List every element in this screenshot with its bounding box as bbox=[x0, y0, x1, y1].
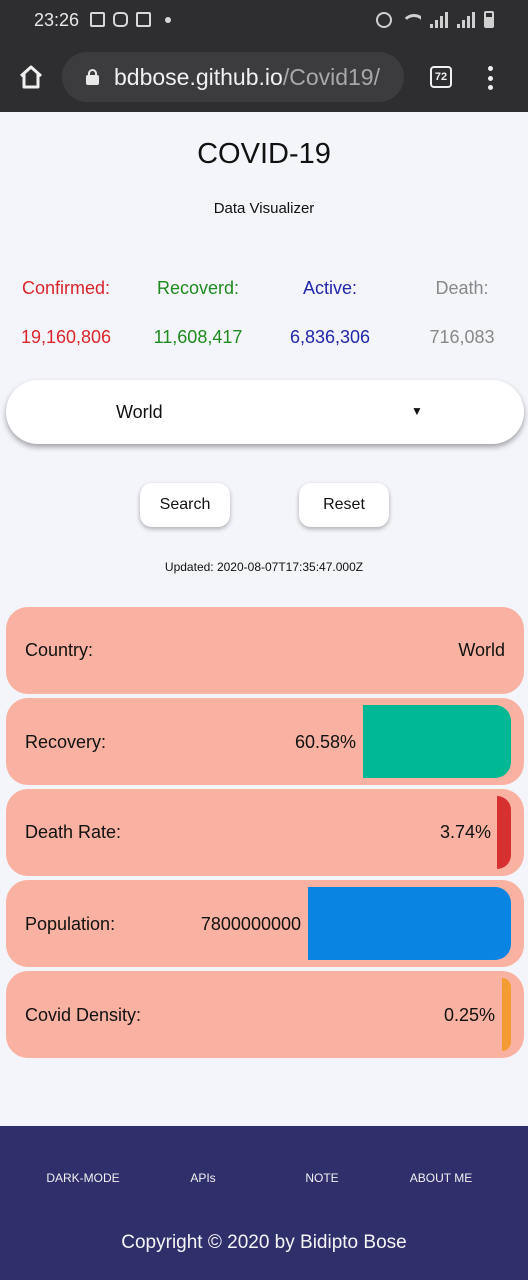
battery-icon bbox=[484, 11, 494, 28]
card-value: 3.74% bbox=[439, 822, 491, 842]
active-value: 6,836,306 bbox=[289, 327, 371, 347]
tab-switcher-button[interactable]: 72 bbox=[430, 66, 452, 88]
image-icon bbox=[90, 12, 105, 27]
dot-icon bbox=[165, 16, 171, 23]
search-button[interactable]: Search bbox=[140, 483, 230, 527]
covid-density-bar bbox=[502, 978, 511, 1051]
page-title: COVID-19 bbox=[197, 138, 331, 170]
confirmed-label: Confirmed: bbox=[21, 278, 111, 298]
active-label: Active: bbox=[302, 278, 358, 298]
instagram-icon bbox=[113, 12, 128, 27]
alarm-icon bbox=[376, 12, 392, 28]
card-label: Recovery: bbox=[25, 732, 107, 752]
country-card: Country: World bbox=[6, 607, 524, 694]
country-select[interactable]: World ▼ bbox=[6, 380, 524, 444]
url-text: bdbose.github.io/Covid19/ bbox=[114, 64, 380, 91]
updated-timestamp: Updated: 2020-08-07T17:35:47.000Z bbox=[164, 560, 364, 574]
more-menu-icon[interactable] bbox=[488, 66, 494, 90]
death-rate-card: Death Rate: 3.74% bbox=[6, 789, 524, 876]
card-label: Covid Density: bbox=[25, 1005, 142, 1025]
reset-button[interactable]: Reset bbox=[299, 483, 389, 527]
card-value: 7800000000 bbox=[200, 914, 301, 934]
status-time: 23:26 bbox=[34, 10, 80, 30]
recovery-bar bbox=[363, 705, 511, 778]
footer-link-note[interactable]: NOTE bbox=[267, 1171, 377, 1185]
notification-icons bbox=[90, 12, 171, 27]
footer: DARK-MODE APIs NOTE ABOUT ME Copyright ©… bbox=[0, 1126, 528, 1280]
address-bar[interactable]: bdbose.github.io/Covid19/ bbox=[62, 52, 404, 102]
death-label: Death: bbox=[435, 278, 489, 298]
dropdown-arrow-icon: ▼ bbox=[411, 404, 423, 418]
page-subtitle: Data Visualizer bbox=[213, 200, 315, 217]
select-value: World bbox=[116, 402, 163, 422]
system-icons bbox=[376, 11, 494, 28]
card-value: World bbox=[458, 640, 505, 660]
url-path: /Covid19/ bbox=[282, 64, 380, 90]
footer-link-dark-mode[interactable]: DARK-MODE bbox=[28, 1171, 138, 1185]
gmail-icon bbox=[136, 12, 151, 27]
signal-icon bbox=[457, 12, 475, 28]
recovered-value: 11,608,417 bbox=[153, 327, 243, 347]
card-label: Population: bbox=[25, 914, 116, 934]
copyright: Copyright © 2020 by Bidipto Bose bbox=[121, 1232, 407, 1253]
wifi-icon bbox=[401, 12, 421, 28]
card-label: Death Rate: bbox=[25, 822, 122, 842]
covid-density-card: Covid Density: 0.25% bbox=[6, 971, 524, 1058]
population-bar bbox=[308, 887, 511, 960]
url-host: bdbose.github.io bbox=[114, 64, 283, 90]
recovered-label: Recoverd: bbox=[156, 278, 240, 298]
confirmed-value: 19,160,806 bbox=[20, 327, 112, 347]
recovery-card: Recovery: 60.58% bbox=[6, 698, 524, 785]
population-card: Population: 7800000000 bbox=[6, 880, 524, 967]
card-label: Country: bbox=[25, 640, 94, 660]
death-rate-bar bbox=[497, 796, 511, 869]
status-bar: 23:26 bbox=[0, 0, 528, 42]
footer-link-apis[interactable]: APIs bbox=[148, 1171, 258, 1185]
card-value: 0.25% bbox=[443, 1005, 495, 1025]
death-value: 716,083 bbox=[429, 327, 495, 347]
browser-toolbar: bdbose.github.io/Covid19/ 72 bbox=[0, 42, 528, 112]
home-icon[interactable] bbox=[18, 64, 44, 90]
footer-link-about-me[interactable]: ABOUT ME bbox=[386, 1171, 496, 1185]
lock-icon bbox=[86, 69, 99, 85]
card-value: 60.58% bbox=[294, 732, 356, 752]
signal-icon bbox=[430, 12, 448, 28]
